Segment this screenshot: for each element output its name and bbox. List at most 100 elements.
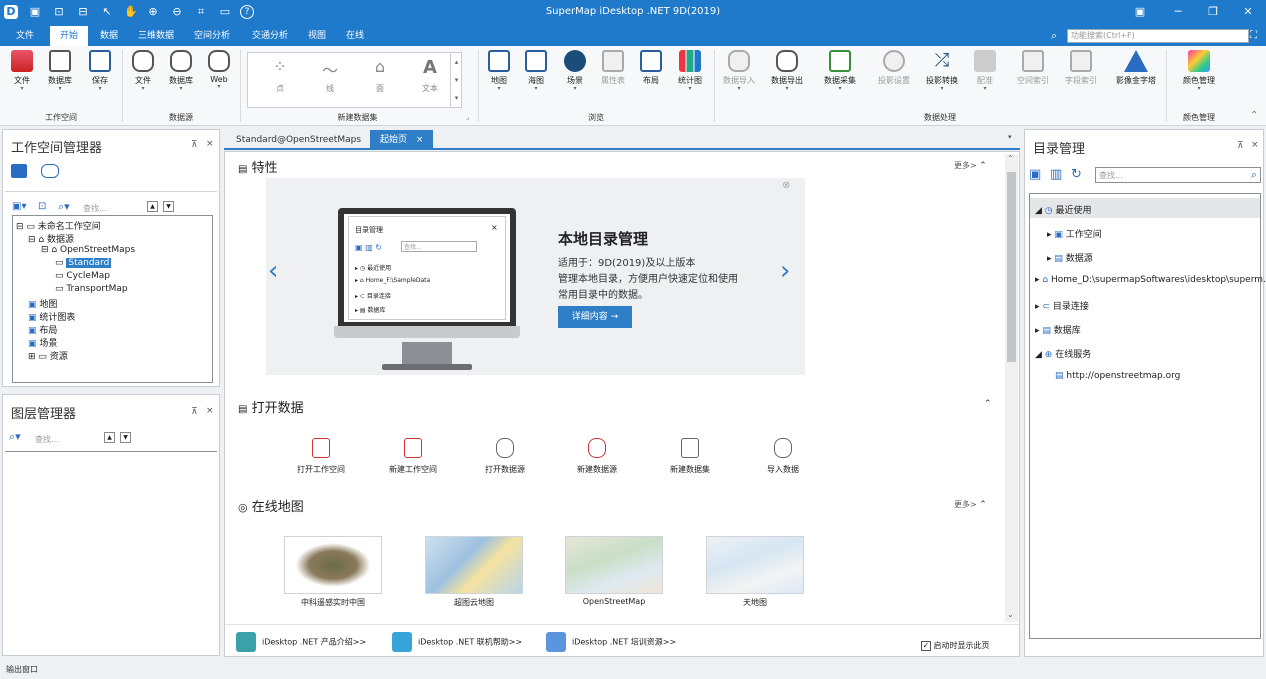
- open-workspace-item[interactable]: 打开工作空间: [286, 438, 356, 475]
- tree-node-charts[interactable]: ▣ 统计图表: [28, 310, 75, 323]
- fullscreen-icon[interactable]: ⛶: [1250, 30, 1257, 41]
- catalog-node-home[interactable]: ▸ ⌂ Home_D:\supermapSoftwares\idesktop\s…: [1035, 275, 1266, 285]
- pin-icon[interactable]: ⊼: [191, 407, 198, 417]
- carousel-next-icon[interactable]: ›: [780, 256, 790, 286]
- projection-settings-button[interactable]: 投影设置: [874, 50, 914, 86]
- group-launcher-icon[interactable]: ⌟: [466, 113, 469, 121]
- import-data-item[interactable]: 导入数据: [748, 438, 818, 475]
- catalog-node-database[interactable]: ▸ ▤ 数据库: [1035, 323, 1081, 336]
- tab-list-dropdown-icon[interactable]: ▾: [1008, 133, 1012, 141]
- tree-node-workspace[interactable]: ⊟ ▭ 未命名工作空间: [16, 219, 101, 232]
- carousel-prev-icon[interactable]: ‹: [268, 256, 278, 286]
- datasource-file-button[interactable]: 文件 ▾: [128, 50, 158, 92]
- new-folder-icon[interactable]: ▣: [1029, 167, 1041, 182]
- collapse-ribbon-icon[interactable]: ⌃: [1250, 110, 1258, 121]
- delete-icon[interactable]: ▥: [1050, 167, 1062, 182]
- vertical-scrollbar[interactable]: ⌃ ⌄: [1005, 154, 1018, 622]
- image-pyramid-button[interactable]: 影像金字塔: [1110, 50, 1162, 86]
- collapse-icon[interactable]: ⌃: [979, 161, 987, 171]
- browse-map-button[interactable]: 地图 ▾: [486, 50, 512, 92]
- move-up-icon[interactable]: ▲: [147, 201, 158, 212]
- catalog-node-workspace[interactable]: ▸ ▣ 工作空间: [1047, 227, 1102, 240]
- show-on-start-checkbox[interactable]: ✓ 启动时显示此页: [921, 640, 990, 651]
- refresh-icon[interactable]: ↻: [1071, 167, 1082, 182]
- new-dataset-item[interactable]: 新建数据集: [655, 438, 725, 475]
- field-index-button[interactable]: 字段索引: [1061, 50, 1101, 86]
- tree-node-transportmap[interactable]: ▭ TransportMap: [55, 284, 128, 294]
- menu-data[interactable]: 数据: [98, 26, 120, 46]
- ribbon-toggle-icon[interactable]: ▣: [1132, 4, 1148, 20]
- catalog-search-input[interactable]: 查找... ⌕: [1095, 167, 1261, 183]
- product-intro-link[interactable]: iDesktop .NET 产品介绍>>: [236, 632, 366, 652]
- browse-chart-button[interactable]: 海图 ▾: [522, 50, 550, 92]
- data-export-button[interactable]: 数据导出 ▾: [767, 50, 807, 92]
- online-maps-more-link[interactable]: 更多> ⌃: [954, 499, 987, 510]
- browse-attribute-table-button[interactable]: 属性表: [596, 50, 630, 86]
- datasource-web-button[interactable]: Web ▾: [204, 50, 234, 90]
- close-button[interactable]: ✕: [1240, 4, 1256, 20]
- map-openstreetmap[interactable]: OpenStreetMap: [565, 536, 663, 606]
- datasource-database-button[interactable]: 数据库 ▾: [164, 50, 198, 92]
- catalog-node-osm-url[interactable]: ▤ http://openstreetmap.org: [1055, 371, 1180, 381]
- pin-icon[interactable]: ⊼: [191, 140, 198, 150]
- menu-spatial-analysis[interactable]: 空间分析: [192, 26, 232, 46]
- gallery-scroll-icon[interactable]: ▴ ▾ ▾: [450, 53, 462, 107]
- scroll-down-icon[interactable]: ⌄: [1007, 610, 1014, 619]
- data-import-button[interactable]: 数据导入 ▾: [719, 50, 759, 92]
- browse-layout-button[interactable]: 布局: [638, 50, 664, 86]
- data-collection-button[interactable]: 数据采集 ▾: [820, 50, 860, 92]
- panel-close-icon[interactable]: ×: [206, 139, 214, 149]
- tree-node-maps[interactable]: ▣ 地图: [28, 297, 57, 310]
- menu-online[interactable]: 在线: [344, 26, 366, 46]
- new-datasource-item[interactable]: 新建数据源: [562, 438, 632, 475]
- panel-close-icon[interactable]: ×: [206, 406, 214, 416]
- pin-icon[interactable]: ⊼: [1237, 141, 1244, 151]
- tree-node-cyclemap[interactable]: ▭ CycleMap: [55, 271, 110, 281]
- menu-3d-data[interactable]: 三维数据: [136, 26, 176, 46]
- workspace-tab-icon[interactable]: [11, 164, 27, 178]
- cloud-tab-icon[interactable]: [41, 164, 59, 178]
- minimize-button[interactable]: ─: [1170, 4, 1186, 20]
- checkbox-checked-icon[interactable]: ✓: [921, 640, 931, 651]
- tree-node-standard[interactable]: ▭ Standard: [55, 258, 112, 268]
- browse-scene-button[interactable]: 场景 ▾: [561, 50, 589, 92]
- gallery-line[interactable]: 〜线: [310, 57, 350, 94]
- menu-file[interactable]: 文件: [14, 26, 36, 46]
- catalog-node-datasource[interactable]: ▸ ▤ 数据源: [1047, 251, 1093, 264]
- tree-node-layouts[interactable]: ▣ 布局: [28, 323, 57, 336]
- menu-traffic-analysis[interactable]: 交通分析: [250, 26, 290, 46]
- tab-start-page[interactable]: 起始页 ×: [370, 130, 434, 150]
- layer-search-input[interactable]: 查找...: [35, 434, 59, 445]
- color-management-button[interactable]: 颜色管理 ▾: [1176, 50, 1222, 92]
- move-down-icon[interactable]: ▼: [120, 432, 131, 443]
- gallery-region[interactable]: ⌂ 面: [360, 57, 400, 94]
- menu-view[interactable]: 视图: [306, 26, 328, 46]
- tree-node-datasources[interactable]: ⊟ ⌂ 数据源: [28, 232, 74, 245]
- output-window-tab[interactable]: 输出窗口: [6, 664, 38, 675]
- toolbar-export-icon[interactable]: ⊡: [38, 201, 46, 212]
- search-icon[interactable]: ⌕▾: [58, 200, 70, 214]
- collapse-icon[interactable]: ⌃: [979, 500, 987, 510]
- map-tianditu[interactable]: 天地图: [706, 536, 804, 608]
- workspace-search-input[interactable]: 查找...: [83, 203, 107, 214]
- catalog-node-recent[interactable]: ◢ ◷ 最近使用: [1035, 203, 1092, 216]
- banner-close-icon[interactable]: ⊗: [782, 180, 790, 191]
- open-datasource-item[interactable]: 打开数据源: [470, 438, 540, 475]
- spatial-index-button[interactable]: 空间索引: [1013, 50, 1053, 86]
- workspace-database-button[interactable]: 数据库 ▾: [44, 50, 76, 92]
- toolbar-datasource-icon[interactable]: ▣▾: [12, 201, 26, 212]
- registration-button[interactable]: 配准 ▾: [970, 50, 1000, 92]
- features-more-link[interactable]: 更多> ⌃: [954, 160, 987, 171]
- workspace-file-button[interactable]: 文件 ▾: [8, 50, 36, 92]
- map-supermap-cloud[interactable]: 超图云地图: [425, 536, 523, 608]
- menu-home[interactable]: 开始: [50, 26, 89, 46]
- panel-close-icon[interactable]: ×: [1251, 140, 1259, 150]
- tree-node-resources[interactable]: ⊞ ▭ 资源: [28, 349, 68, 362]
- collapse-icon[interactable]: ⌃: [984, 399, 992, 409]
- training-resources-link[interactable]: iDesktop .NET 培训资源>>: [546, 632, 676, 652]
- map-china-realtime[interactable]: 中科遥感实时中国: [284, 536, 382, 608]
- online-help-link[interactable]: iDesktop .NET 联机帮助>>: [392, 632, 522, 652]
- new-workspace-item[interactable]: 新建工作空间: [378, 438, 448, 475]
- catalog-node-connections[interactable]: ▸ ⊂ 目录连接: [1035, 299, 1089, 312]
- banner-details-button[interactable]: 详细内容 →: [558, 306, 632, 328]
